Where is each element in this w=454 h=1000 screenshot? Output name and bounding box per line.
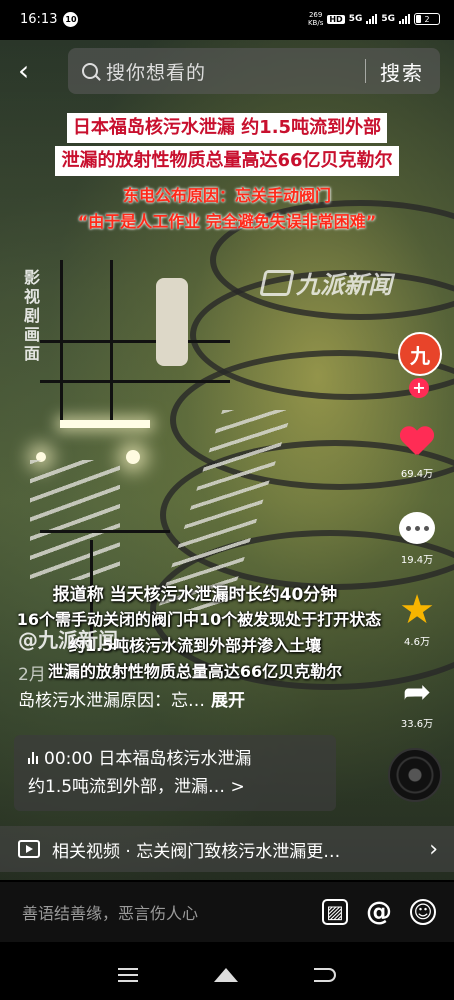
headline-line-1: 日本福岛核污水泄漏 约1.5吨流到外部 <box>66 113 388 143</box>
related-videos-text: 相关视频 · 忘关阀门致核污水泄漏更… <box>52 841 341 862</box>
audio-line-1: 00:00 日本福岛核污水泄漏 <box>44 749 252 769</box>
drama-footage-watermark: 影视剧画面 <box>24 268 41 363</box>
ceiling-light <box>60 420 150 428</box>
headline-line-4: “由于是人工作业 完全避免失误非常困难” <box>77 212 377 231</box>
star-icon: ★ <box>399 587 435 633</box>
status-left: 16:13 10 <box>20 11 79 27</box>
audio-chevron-icon: > <box>230 777 245 797</box>
network-type-2: 5G <box>381 14 395 24</box>
status-right: 269 KB/s HD 5G 5G 2 <box>308 11 440 27</box>
app-screen: 16:13 10 269 KB/s HD 5G 5G 2 ‹ 搜你想看的 搜索 … <box>0 0 454 1000</box>
search-divider <box>365 59 366 83</box>
audio-line-1-row: 00:00 日本福岛核污水泄漏 <box>28 745 322 773</box>
search-input[interactable]: 搜你想看的 <box>106 58 365 85</box>
expand-link[interactable]: 展开 <box>211 691 245 711</box>
heart-icon <box>397 422 437 462</box>
headline-line-2: 泄漏的放射性物质总量高达66亿贝克勒尔 <box>55 146 399 176</box>
favorite-action[interactable]: ★ 4.6万 <box>392 590 442 648</box>
brand-watermark: 九派新闻 <box>259 265 392 300</box>
notification-badge: 10 <box>63 11 79 27</box>
headline-line-3: 东电公布原因：忘关手动阀门 <box>122 186 331 205</box>
search-button[interactable]: 搜索 <box>380 57 424 86</box>
back-button[interactable]: ‹ <box>18 54 48 88</box>
brand-watermark-text: 九派新闻 <box>296 271 392 299</box>
description-text: 岛核污水泄漏原因：忘… <box>18 691 205 711</box>
mention-icon[interactable]: @ <box>366 897 392 927</box>
video-play-icon <box>18 840 40 858</box>
chevron-right-icon: › <box>429 836 438 862</box>
comment-action[interactable]: 19.4万 <box>392 508 442 566</box>
system-nav-bar <box>0 950 454 1000</box>
search-bar[interactable]: 搜你想看的 搜索 <box>68 48 440 94</box>
home-icon[interactable] <box>214 968 238 982</box>
signal-icon-2 <box>399 14 410 24</box>
brand-logo-icon <box>259 269 295 296</box>
network-speed: 269 KB/s <box>307 11 324 27</box>
headline-line-2-wrap: 泄漏的放射性物质总量高达66亿贝克勒尔 <box>0 146 454 176</box>
caption-line-1: 报道称 当天核污水泄漏时长约40分钟 <box>52 585 338 605</box>
menu-icon[interactable] <box>118 968 138 982</box>
worker-figure <box>156 278 188 366</box>
status-time: 16:13 <box>20 11 58 27</box>
staircase <box>30 460 120 580</box>
comment-bar: 善语结善缘，恶言伤人心 ▨ @ ☺ <box>0 882 454 942</box>
author-avatar[interactable]: 九 <box>398 332 442 376</box>
caption-line-4: 泄漏的放射性物质总量高达66亿贝克勒尔 <box>47 662 343 681</box>
signal-icon <box>366 14 378 24</box>
image-icon[interactable]: ▨ <box>322 899 348 925</box>
follow-button[interactable]: + <box>409 378 429 398</box>
share-arrow-icon: ➦ <box>402 672 432 712</box>
avatar-initial: 九 <box>410 343 430 368</box>
railing <box>110 260 113 420</box>
share-count: 33.6万 <box>400 719 434 730</box>
related-videos-bar[interactable]: 相关视频 · 忘关阀门致核污水泄漏更… › <box>0 826 454 872</box>
hd-badge: HD <box>327 14 345 24</box>
emoji-icon[interactable]: ☺ <box>410 899 436 925</box>
audio-line-2-row: 约1.5吨流到外部，泄漏… > <box>28 773 322 801</box>
audio-card[interactable]: 00:00 日本福岛核污水泄漏 约1.5吨流到外部，泄漏… > <box>14 735 336 811</box>
favorite-count: 4.6万 <box>404 637 430 648</box>
comment-input[interactable]: 善语结善缘，恶言伤人心 <box>22 900 322 924</box>
back-nav-icon[interactable] <box>314 968 336 982</box>
railing <box>40 530 170 533</box>
headline-line-1-wrap: 日本福岛核污水泄漏 约1.5吨流到外部 <box>0 113 454 143</box>
author-name[interactable]: @九派新闻 <box>18 624 118 653</box>
railing <box>40 380 230 383</box>
comment-count: 19.4万 <box>400 555 434 566</box>
description[interactable]: 岛核污水泄漏原因：忘… 展开 <box>18 686 245 711</box>
music-disc-icon[interactable] <box>388 748 442 802</box>
railing <box>60 260 63 420</box>
battery-level: 2 <box>424 14 430 24</box>
audio-wave-icon <box>28 750 38 764</box>
audio-line-2: 约1.5吨流到外部，泄漏… <box>28 777 226 797</box>
railing <box>40 340 230 343</box>
comment-bubble-icon <box>397 508 437 548</box>
share-action[interactable]: ➦ 33.6万 <box>392 672 442 730</box>
lamp <box>126 450 140 464</box>
network-type-1: 5G <box>348 14 363 24</box>
battery-icon: 2 <box>414 13 440 25</box>
search-icon <box>82 63 98 79</box>
like-action[interactable]: 69.4万 <box>392 422 442 480</box>
like-count: 69.4万 <box>400 469 434 480</box>
description-prefix: 2月 <box>18 665 46 685</box>
status-bar: 16:13 10 269 KB/s HD 5G 5G 2 <box>0 0 454 38</box>
